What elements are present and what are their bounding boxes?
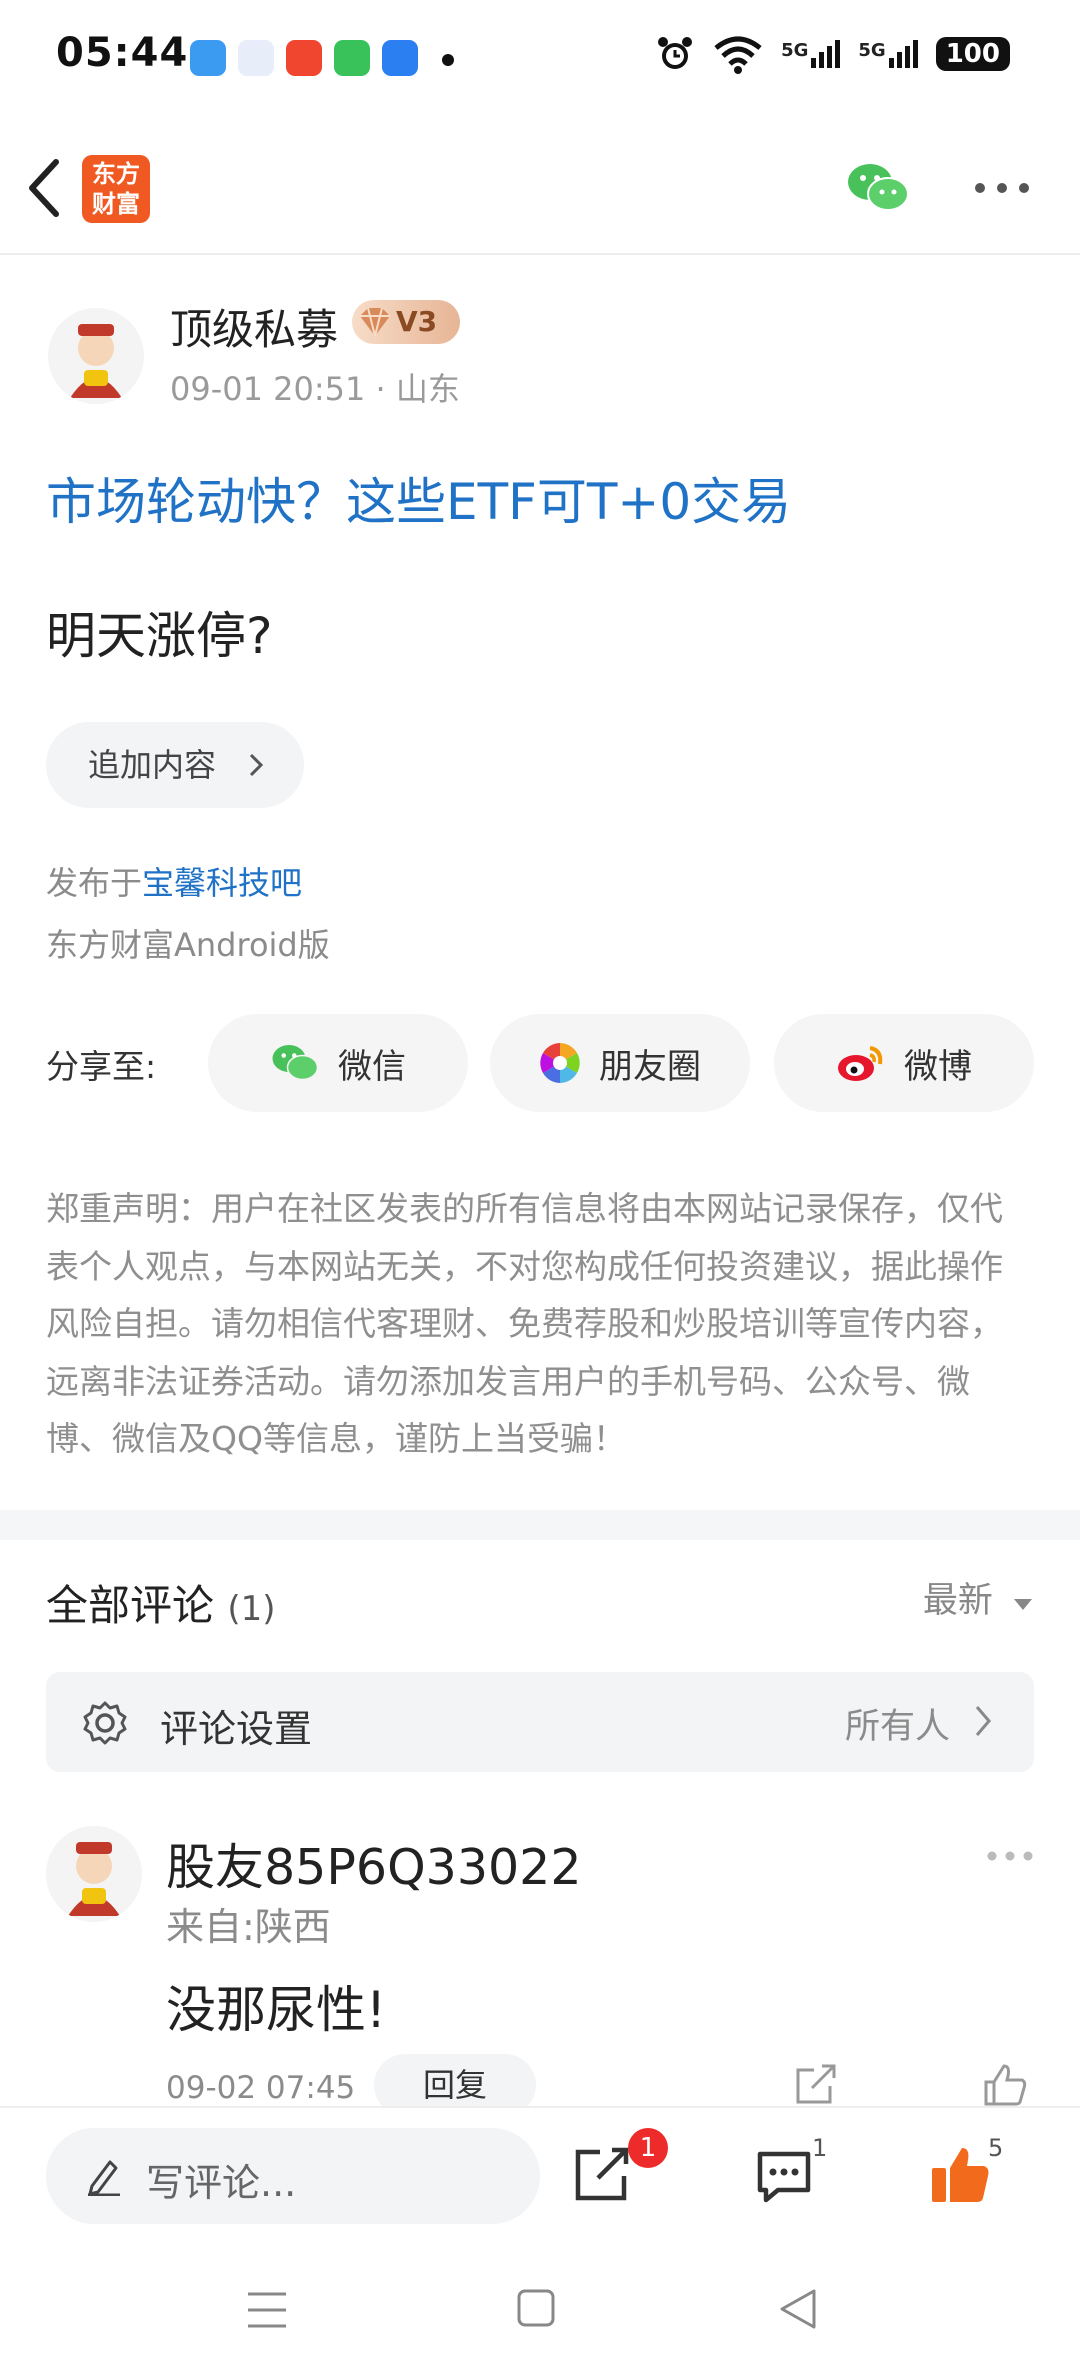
bar-link[interactable]: 宝馨科技吧: [142, 864, 302, 902]
meta-separator: ·: [375, 370, 386, 408]
alarm-icon: [658, 37, 693, 69]
post-location: 山东: [395, 370, 460, 408]
share-icon: [575, 2147, 629, 2201]
weibo-icon: [838, 1046, 883, 1081]
comment-time: 09-02 07:45: [166, 2070, 356, 2106]
client-info: 东方财富Android版: [46, 926, 330, 964]
weather-app-icon: [190, 40, 226, 76]
chevron-right-icon: [975, 1706, 991, 1736]
pencil-icon: [88, 2160, 120, 2196]
like-count: 5: [988, 2134, 1004, 2162]
moments-icon: [540, 1043, 580, 1083]
sort-label: 最新: [922, 1581, 993, 1621]
share-post-button[interactable]: [572, 2144, 636, 2208]
like-button[interactable]: [930, 2144, 994, 2208]
post-meta: 09-01 20:51 · 山东: [170, 364, 460, 410]
author-name[interactable]: 顶级私募: [170, 296, 338, 357]
comment-bubble-icon: [757, 2151, 811, 2203]
append-content-button[interactable]: 追加内容: [46, 722, 304, 808]
share-badge: 1: [628, 2128, 668, 2168]
comment-count: 1: [812, 2134, 828, 2162]
status-time: 05:44: [56, 30, 189, 76]
share-label: 分享至:: [46, 1047, 157, 1086]
wechat-share-icon[interactable]: [846, 160, 910, 216]
comment-input-placeholder: 写评论...: [146, 2161, 297, 2205]
files-app-icon: [382, 40, 418, 76]
author-avatar[interactable]: [48, 308, 144, 404]
more-options-icon[interactable]: [974, 180, 1030, 196]
share-weibo-label: 微博: [904, 1046, 972, 1087]
caret-down-icon: [1014, 1599, 1032, 1610]
section-divider: [0, 1510, 1080, 1540]
wechat-icon: [272, 1045, 319, 1081]
status-bar: 05:44 5G 5G 100: [0, 0, 1080, 120]
published-prefix: 发布于: [46, 864, 143, 902]
status-icons: 5G 5G 100: [655, 34, 1010, 74]
wifi-icon: [714, 36, 762, 74]
post-body: 明天涨停?: [46, 607, 273, 665]
comment-settings-label: 评论设置: [160, 1707, 313, 1751]
comment-share-icon[interactable]: [794, 2064, 838, 2106]
comment-text: 没那尿性!: [166, 1981, 387, 2039]
post-title-link[interactable]: 市场轮动快？这些ETF可T+0交易: [46, 462, 791, 534]
battery-indicator: 100: [935, 37, 1010, 71]
comments-count: (1): [227, 1589, 276, 1629]
back-nav-icon[interactable]: [778, 2288, 818, 2330]
share-moments-button[interactable]: 朋友圈: [490, 1014, 750, 1112]
diamond-icon: [360, 307, 390, 337]
published-in: 发布于宝馨科技吧: [46, 858, 302, 904]
comments-title: 全部评论: [46, 1581, 215, 1630]
share-moments-label: 朋友圈: [599, 1046, 701, 1087]
home-nav-icon[interactable]: [516, 2288, 556, 2328]
messages-app-icon: [334, 40, 370, 76]
thumbs-up-icon: [932, 2148, 989, 2202]
share-wechat-label: 微信: [338, 1046, 406, 1087]
comment-input[interactable]: 写评论...: [46, 2128, 540, 2224]
signal-icon-2: 5G: [858, 40, 918, 68]
menu-nav-icon[interactable]: [246, 2290, 288, 2330]
back-arrow-icon[interactable]: [24, 158, 64, 218]
comment-settings-value: 所有人: [844, 1707, 950, 1747]
vip-level-badge: V3: [352, 300, 460, 344]
browser-app-icon: [238, 40, 274, 76]
more-notifications-dot: [442, 54, 454, 66]
chevron-right-icon: [249, 753, 264, 777]
comment-more-icon[interactable]: [986, 1850, 1034, 1862]
comment-settings-row[interactable]: 评论设置 所有人: [46, 1672, 1034, 1772]
comments-button[interactable]: [754, 2148, 816, 2208]
comment-like-icon[interactable]: [982, 2064, 1028, 2106]
share-wechat-button[interactable]: 微信: [208, 1014, 468, 1112]
top-nav: [0, 120, 1080, 255]
post-time: 09-01 20:51: [170, 370, 366, 408]
signal-icon-1: 5G: [781, 40, 841, 68]
disclaimer-text: 郑重声明：用户在社区发表的所有信息将由本网站记录保存，仅代表个人观点，与本网站无…: [46, 1189, 1003, 1458]
gear-icon: [83, 1701, 127, 1745]
append-content-label: 追加内容: [88, 746, 217, 784]
video-app-icon: [286, 40, 322, 76]
sort-dropdown[interactable]: 最新: [923, 1572, 1034, 1623]
commenter-avatar[interactable]: [46, 1826, 142, 1922]
commenter-location: 来自:陕西: [166, 1905, 331, 1949]
commenter-name[interactable]: 股友85P6Q33022: [166, 1828, 582, 1899]
share-weibo-button[interactable]: 微博: [774, 1014, 1034, 1112]
eastmoney-logo: 东方 财富: [82, 155, 150, 223]
comments-header: 全部评论 (1): [46, 1572, 276, 1633]
